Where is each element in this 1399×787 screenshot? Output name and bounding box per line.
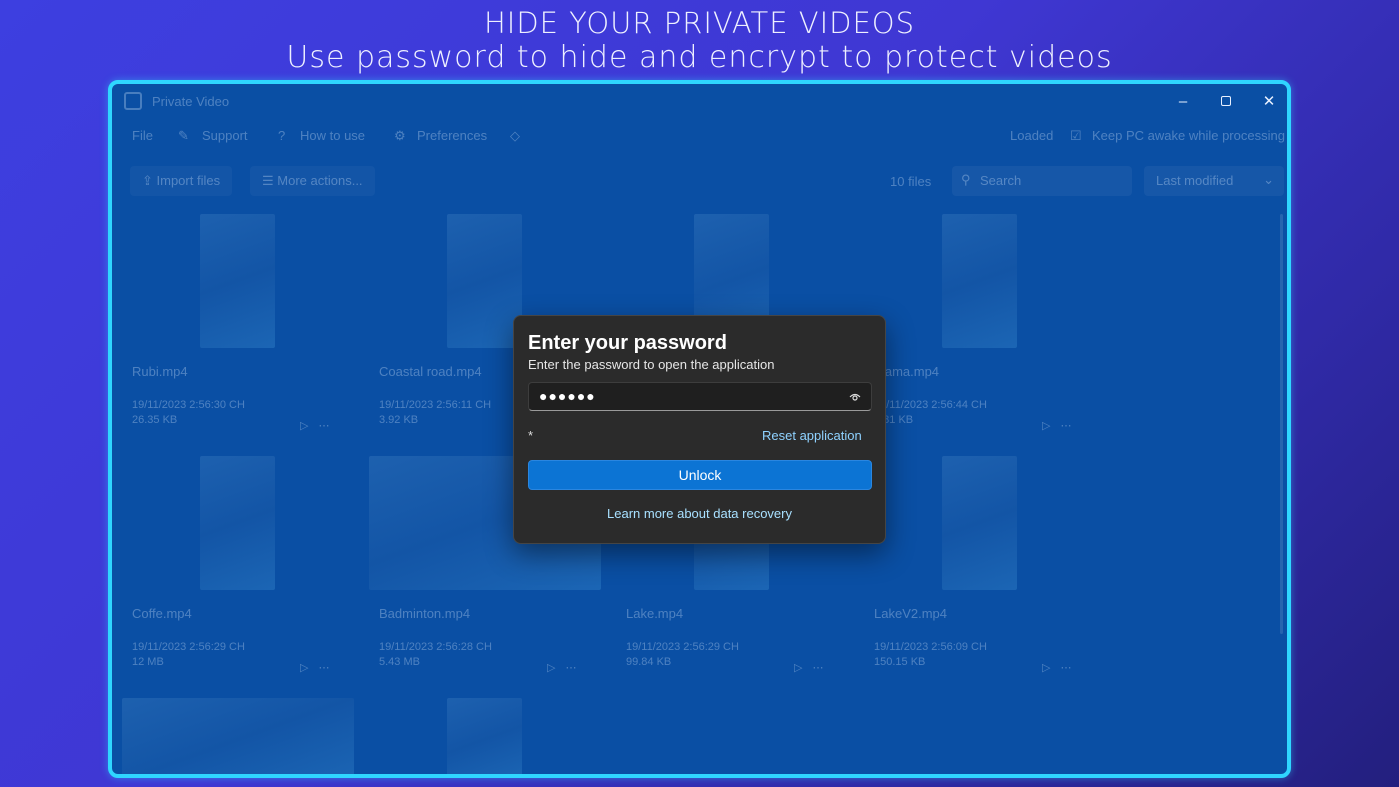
password-value: ●●●●●●	[539, 388, 596, 404]
file-date: 19/11/2023 2:56:30 CH	[132, 399, 245, 411]
dialog-title: Enter your password	[528, 332, 727, 354]
wrench-icon: ✎	[178, 128, 189, 143]
close-button[interactable]: ✕	[1249, 88, 1287, 114]
file-size: 99.84 KB	[626, 656, 672, 668]
file-size: 12 MB	[132, 656, 164, 668]
gift-icon[interactable]: ◇	[510, 128, 520, 144]
maximize-icon	[1221, 96, 1231, 106]
help-icon: ?	[278, 128, 286, 143]
scrollbar[interactable]	[1280, 214, 1283, 634]
menu-bar: File ✎ Support ? How to use ⚙ Preference…	[112, 120, 1287, 148]
gear-icon: ⚙	[394, 128, 406, 143]
sort-label: Last modified	[1156, 173, 1234, 188]
menu-support[interactable]: Support	[202, 128, 248, 143]
close-icon: ✕	[1262, 93, 1276, 110]
sort-dropdown[interactable]: Last modified ⌄	[1144, 166, 1284, 196]
file-size: 150.15 KB	[874, 656, 926, 668]
password-input[interactable]: ●●●●●●	[528, 382, 872, 411]
file-date: 19/11/2023 2:56:29 CH	[132, 641, 245, 653]
video-thumbnail	[200, 456, 275, 590]
more-actions-button[interactable]: ☰ More actions...	[250, 166, 375, 196]
dialog-subtitle: Enter the password to open the applicati…	[528, 357, 775, 372]
menu-preferences[interactable]: Preferences	[417, 128, 487, 143]
video-thumbnail	[200, 214, 275, 348]
keep-awake-checkbox[interactable]: ☑	[1070, 128, 1082, 144]
file-size: 26.35 KB	[132, 414, 178, 426]
video-thumbnail	[942, 456, 1017, 590]
play-icon[interactable]: ▷⋯	[1042, 419, 1081, 432]
unlock-label: Unlock	[678, 467, 722, 483]
video-thumbnail[interactable]	[447, 698, 522, 774]
play-icon[interactable]: ▷⋯	[1042, 661, 1081, 674]
headline-subtitle: Use password to hide and encrypt to prot…	[286, 40, 1113, 75]
file-date: 19/11/2023 2:56:28 CH	[379, 641, 492, 653]
required-mark: *	[528, 428, 534, 443]
play-icon[interactable]: ▷⋯	[547, 661, 586, 674]
headline-title: HIDE YOUR PRIVATE VIDEOS	[483, 6, 916, 40]
search-icon: ⚲	[961, 172, 971, 187]
file-tile[interactable]: Coffe.mp4 19/11/2023 2:56:29 CH 12 MB ▷⋯	[132, 456, 367, 686]
minimize-button[interactable]: –	[1163, 88, 1203, 114]
video-thumbnail	[942, 214, 1017, 348]
calendar-app-icon	[124, 92, 142, 110]
more-actions-label: More actions...	[277, 173, 363, 188]
file-name: Lake.mp4	[626, 606, 684, 621]
search-placeholder: Search	[980, 173, 1022, 188]
file-name: Rubi.mp4	[132, 364, 188, 379]
play-icon[interactable]: ▷⋯	[300, 661, 339, 674]
file-date: 19/11/2023 2:56:11 CH	[379, 399, 492, 411]
chevron-down-icon: ⌄	[1263, 172, 1274, 187]
file-date: 19/11/2023 2:56:29 CH	[626, 641, 739, 653]
file-size: 3.92 KB	[379, 414, 419, 426]
menu-file[interactable]: File	[132, 128, 153, 143]
minimize-icon: –	[1178, 92, 1188, 110]
file-name: LakeV2.mp4	[874, 606, 947, 621]
file-date: 19/11/2023 2:56:09 CH	[874, 641, 987, 653]
video-thumbnail	[447, 214, 522, 348]
file-size: 5.43 MB	[379, 656, 420, 668]
file-name: Coastal road.mp4	[379, 364, 482, 379]
loaded-label: Loaded	[1010, 128, 1054, 143]
file-tile[interactable]: ...ama.mp4 19/11/2023 2:56:44 CH 5.81 KB…	[874, 214, 1109, 444]
learn-more-link[interactable]: Learn more about data recovery	[514, 506, 885, 521]
password-dialog: Enter your password Enter the password t…	[513, 315, 886, 544]
play-icon[interactable]: ▷⋯	[794, 661, 833, 674]
file-name: Badminton.mp4	[379, 606, 471, 621]
file-date: 19/11/2023 2:56:44 CH	[874, 399, 987, 411]
menu-how-to-use[interactable]: How to use	[300, 128, 365, 143]
import-icon: ⇪	[142, 173, 157, 188]
title-bar: Private Video – ✕	[112, 84, 1287, 118]
search-input[interactable]: ⚲ Search	[952, 166, 1132, 196]
toolbar: ⇪ Import files ☰ More actions... 10 file…	[122, 166, 1284, 198]
keep-awake-label: Keep PC awake while processing	[1092, 128, 1285, 143]
video-thumbnail[interactable]	[122, 698, 354, 774]
list-icon: ☰	[262, 173, 278, 188]
import-files-label: Import files	[156, 173, 221, 188]
file-tile[interactable]: Rubi.mp4 19/11/2023 2:56:30 CH 26.35 KB …	[132, 214, 367, 444]
file-name: Coffe.mp4	[132, 606, 192, 621]
reset-application-link[interactable]: Reset application	[762, 428, 862, 443]
play-icon[interactable]: ▷⋯	[300, 419, 339, 432]
eye-icon[interactable]	[849, 391, 861, 403]
file-tile[interactable]: LakeV2.mp4 19/11/2023 2:56:09 CH 150.15 …	[874, 456, 1109, 686]
unlock-button[interactable]: Unlock	[528, 460, 872, 490]
maximize-button[interactable]	[1206, 88, 1246, 114]
window-title: Private Video	[152, 94, 230, 109]
import-files-button[interactable]: ⇪ Import files	[130, 166, 233, 196]
file-count: 10 files	[890, 174, 932, 189]
